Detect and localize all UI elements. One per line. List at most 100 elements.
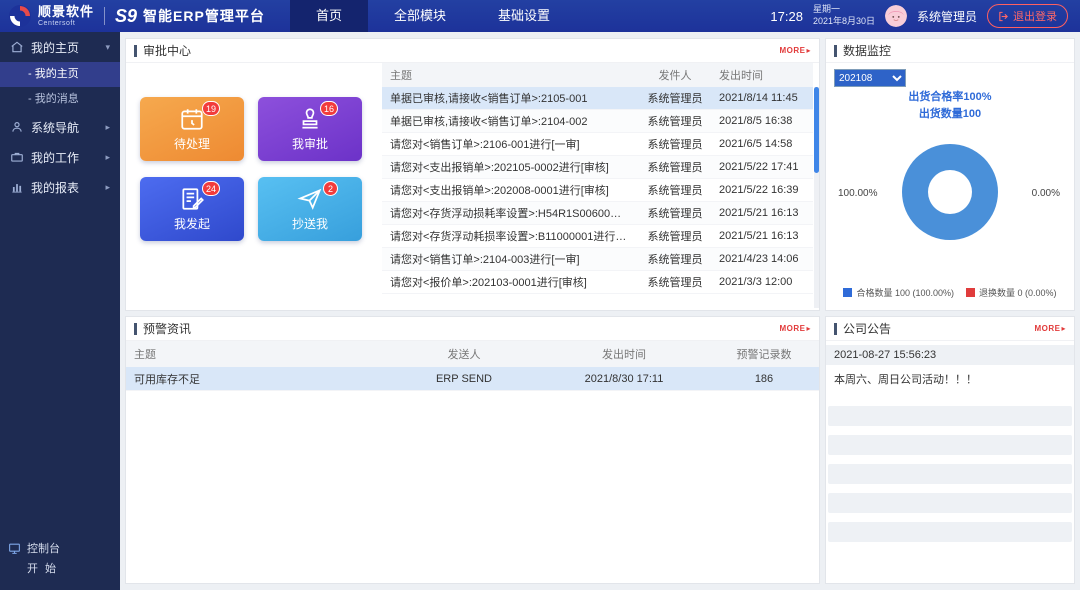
stat-pass-rate: 出货合格率100% bbox=[834, 89, 1066, 106]
legend-label: 合格数量 100 (100.00%) bbox=[856, 286, 954, 299]
approval-row[interactable]: 请您对<销售订单>:2104-003进行[一审]系统管理员2021/4/23 1… bbox=[382, 248, 813, 271]
approval-row[interactable]: 请您对<支出报销单>:202008-0001进行[审核]系统管理员2021/5/… bbox=[382, 179, 813, 202]
warning-row-time: 2021/8/30 17:11 bbox=[539, 373, 709, 385]
approval-row-time: 2021/4/23 14:06 bbox=[715, 253, 813, 265]
sidebar-subitem-my-home[interactable]: 我的主页 bbox=[0, 62, 120, 87]
approval-more-link[interactable]: MORE ▸ bbox=[779, 46, 811, 55]
logout-icon bbox=[998, 11, 1009, 22]
nav-home[interactable]: 首页 bbox=[290, 0, 368, 32]
approval-table-header: 主题 发件人 发出时间 bbox=[382, 63, 813, 87]
start-label: 开 始 bbox=[27, 560, 58, 576]
donut-label-left: 100.00% bbox=[838, 188, 877, 199]
warning-row-count: 186 bbox=[709, 373, 819, 385]
approval-row-subject: 请您对<销售订单>:2106-001进行[一审] bbox=[382, 136, 635, 152]
console-icon bbox=[8, 542, 21, 555]
approval-tile[interactable]: 2 抄送我 bbox=[258, 177, 362, 241]
product-logo: S9 bbox=[115, 6, 137, 27]
user-avatar[interactable] bbox=[885, 5, 907, 27]
logout-button[interactable]: 退出登录 bbox=[987, 4, 1068, 28]
approval-row-sender: 系统管理员 bbox=[635, 205, 715, 221]
approval-row-sender: 系统管理员 bbox=[635, 90, 715, 106]
sidebar-subitem-my-messages[interactable]: 我的消息 bbox=[0, 87, 120, 112]
tile-label: 待处理 bbox=[174, 135, 210, 152]
approval-row[interactable]: 单据已审核,请接收<销售订单>:2104-002系统管理员2021/8/5 16… bbox=[382, 110, 813, 133]
sidebar-item-label: 我的主页 bbox=[31, 39, 79, 56]
period-select[interactable]: 202108 bbox=[834, 69, 906, 87]
legend-item: 退换数量 0 (0.00%) bbox=[966, 286, 1057, 299]
nav-basic-settings[interactable]: 基础设置 bbox=[472, 0, 576, 32]
sidebar-item-my-reports[interactable]: 我的报表 ▸ bbox=[0, 172, 120, 202]
col-header-sender: 发送人 bbox=[389, 346, 539, 362]
warning-row-subject: 可用库存不足 bbox=[126, 371, 389, 387]
sidebar-item-my-home[interactable]: 我的主页 ▾ bbox=[0, 32, 120, 62]
logout-label: 退出登录 bbox=[1013, 8, 1057, 24]
warnings-more-link[interactable]: MORE ▸ bbox=[779, 324, 811, 333]
sidebar-item-label: 系统导航 bbox=[31, 119, 79, 136]
bar-chart-icon bbox=[10, 180, 24, 194]
approval-tile[interactable]: 19 待处理 bbox=[140, 97, 244, 161]
approval-row[interactable]: 请您对<销售订单>:2106-001进行[一审]系统管理员2021/6/5 14… bbox=[382, 133, 813, 156]
scrollbar-thumb[interactable] bbox=[814, 87, 819, 173]
announcement-text[interactable]: 本周六、周日公司活动！！！ bbox=[826, 365, 1074, 397]
announcements-panel: 公司公告 MORE ▸ 2021-08-27 15:56:23本周六、周日公司活… bbox=[825, 316, 1075, 584]
tile-label: 我发起 bbox=[174, 215, 210, 232]
legend-swatch bbox=[966, 288, 975, 297]
monitor-panel-title: 数据监控 bbox=[834, 45, 891, 57]
main-content: 审批中心 MORE ▸ 19 bbox=[120, 32, 1080, 590]
calendar-clock-icon bbox=[179, 106, 205, 132]
announcement-placeholder-row bbox=[828, 435, 1072, 455]
start-button[interactable]: 开 始 bbox=[8, 558, 112, 578]
approval-row-subject: 请您对<支出报销单>:202105-0002进行[审核] bbox=[382, 159, 635, 175]
console-label: 控制台 bbox=[27, 540, 60, 556]
approval-row-sender: 系统管理员 bbox=[635, 251, 715, 267]
console-button[interactable]: 控制台 bbox=[8, 538, 112, 558]
more-arrow-icon: ▸ bbox=[1061, 324, 1066, 333]
approval-row-subject: 请您对<存货浮动耗损率设置>:B11000001进行[审核] bbox=[382, 228, 635, 244]
announcement-date: 2021-08-27 15:56:23 bbox=[826, 345, 1074, 365]
legend-label: 退换数量 0 (0.00%) bbox=[979, 286, 1057, 299]
approval-tile[interactable]: 16 我审批 bbox=[258, 97, 362, 161]
approval-row-subject: 单据已审核,请接收<销售订单>:2104-002 bbox=[382, 113, 635, 129]
more-arrow-icon: ▸ bbox=[806, 46, 811, 55]
approval-row[interactable]: 请您对<报价单>:202103-0001进行[审核]系统管理员2021/3/3 … bbox=[382, 271, 813, 294]
approval-row-time: 2021/8/14 11:45 bbox=[715, 92, 813, 104]
compose-icon bbox=[179, 186, 205, 212]
legend-swatch bbox=[843, 288, 852, 297]
warnings-table: 主题 发送人 发出时间 预警记录数 可用库存不足ERP SEND2021/8/3… bbox=[126, 341, 819, 391]
warning-row[interactable]: 可用库存不足ERP SEND2021/8/30 17:11186 bbox=[126, 367, 819, 391]
sidebar-subitem-label: 我的消息 bbox=[35, 93, 79, 105]
user-icon bbox=[10, 120, 24, 134]
warnings-table-body: 可用库存不足ERP SEND2021/8/30 17:11186 bbox=[126, 367, 819, 391]
sidebar-item-my-work[interactable]: 我的工作 ▸ bbox=[0, 142, 120, 172]
sidebar-item-label: 我的工作 bbox=[31, 149, 79, 166]
approval-row[interactable]: 单据已审核,请接收<销售订单>:2105-001系统管理员2021/8/14 1… bbox=[382, 87, 813, 110]
stamp-icon bbox=[297, 106, 323, 132]
sidebar-bottom: 控制台 开 始 bbox=[0, 532, 120, 590]
col-header-subject: 主题 bbox=[126, 346, 389, 362]
announcement-placeholder-row bbox=[828, 493, 1072, 513]
approval-row-time: 2021/5/21 16:13 bbox=[715, 207, 813, 219]
app-window: 顺景软件 Centersoft S9 智能ERP管理平台 首页 全部模块 基础设… bbox=[0, 0, 1080, 590]
approval-row-subject: 请您对<存货浮动损耗率设置>:H54R1S006002进行[审核] bbox=[382, 205, 635, 221]
badge-count: 24 bbox=[202, 181, 220, 196]
approval-row[interactable]: 请您对<存货浮动耗损率设置>:B11000001进行[审核]系统管理员2021/… bbox=[382, 225, 813, 248]
approval-table: 主题 发件人 发出时间 单据已审核,请接收<销售订单>:2105-001系统管理… bbox=[382, 63, 819, 310]
sidebar-item-label: 我的报表 bbox=[31, 179, 79, 196]
monitor-stats: 出货合格率100% 出货数量100 bbox=[834, 89, 1066, 122]
announcements-more-link[interactable]: MORE ▸ bbox=[1034, 324, 1066, 333]
sidebar-subitem-label: 我的主页 bbox=[35, 68, 79, 80]
approval-tile[interactable]: 24 我发起 bbox=[140, 177, 244, 241]
top-nav: 首页 全部模块 基础设置 bbox=[290, 0, 576, 32]
approval-row-subject: 单据已审核,请接收<销售订单>:2105-001 bbox=[382, 90, 635, 106]
approval-row-sender: 系统管理员 bbox=[635, 228, 715, 244]
announcement-placeholder-row bbox=[828, 406, 1072, 426]
sidebar-item-system-nav[interactable]: 系统导航 ▸ bbox=[0, 112, 120, 142]
approval-row[interactable]: 请您对<支出报销单>:202105-0002进行[审核]系统管理员2021/5/… bbox=[382, 156, 813, 179]
nav-all-modules[interactable]: 全部模块 bbox=[368, 0, 472, 32]
brand-name: 顺景软件 bbox=[38, 5, 94, 18]
more-label: MORE bbox=[1034, 324, 1060, 333]
approval-row[interactable]: 请您对<存货浮动损耗率设置>:H54R1S006002进行[审核]系统管理员20… bbox=[382, 202, 813, 225]
donut-chart bbox=[902, 144, 998, 240]
stat-ship-qty: 出货数量100 bbox=[834, 106, 1066, 123]
briefcase-icon bbox=[10, 150, 24, 164]
